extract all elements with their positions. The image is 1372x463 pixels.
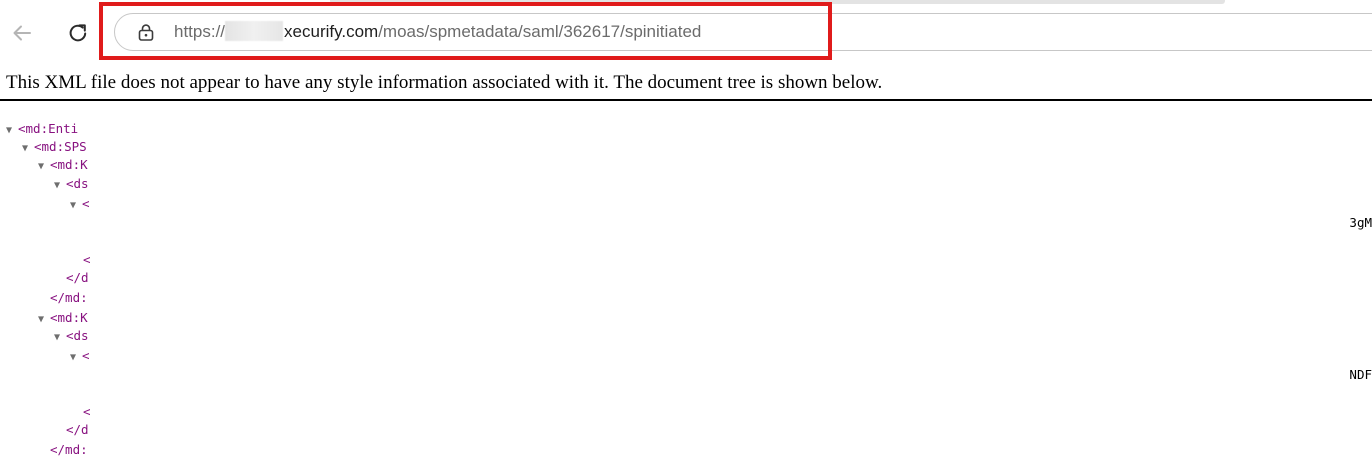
xml-tag-text: < bbox=[83, 404, 91, 419]
xml-tree-line: </d bbox=[66, 421, 93, 439]
xml-tree-line: ▼ < bbox=[70, 195, 93, 213]
xml-tag-text: </md: bbox=[50, 442, 88, 457]
xml-tag-text: <ds bbox=[66, 328, 89, 343]
xml-tree-line: < bbox=[83, 251, 93, 269]
xml-tree-line: </md: bbox=[50, 289, 93, 307]
xml-tag-text: <md:K bbox=[50, 157, 88, 172]
xml-tree-line: </md: bbox=[50, 441, 93, 459]
xml-tag-text: < bbox=[83, 252, 91, 267]
xml-tag-text: <md:SPS bbox=[34, 139, 87, 154]
collapse-toggle-icon[interactable]: ▼ bbox=[6, 122, 18, 138]
xml-tag-text: < bbox=[82, 196, 90, 211]
xml-tag-text: < bbox=[82, 348, 90, 363]
collapse-toggle-icon[interactable]: ▼ bbox=[38, 311, 50, 327]
xml-tag-text: </d bbox=[66, 422, 89, 437]
xml-tag-text: <ds bbox=[66, 176, 89, 191]
xml-clipped-text: 3gM bbox=[1349, 215, 1372, 230]
collapse-toggle-icon[interactable]: ▼ bbox=[22, 140, 34, 156]
xml-tree-line: < bbox=[83, 403, 93, 421]
xml-tree-line: ▼ < bbox=[70, 347, 93, 365]
collapse-toggle-icon[interactable]: ▼ bbox=[38, 158, 50, 174]
xml-tree-line: </d bbox=[66, 269, 93, 287]
xml-tag-text: <md:Enti bbox=[18, 121, 79, 136]
collapse-toggle-icon[interactable]: ▼ bbox=[54, 329, 66, 345]
xml-tree-line: ▼ <md:K bbox=[38, 309, 93, 327]
xml-clipped-text: NDF bbox=[1349, 367, 1372, 382]
xml-tag-text: </md: bbox=[50, 290, 88, 305]
xml-document-tree: ▼ <md:Enti ▼ <md:SPS ▼ <md:K ▼ <ds ▼ < < </d </md: ▼ <… bbox=[0, 0, 1372, 463]
xml-tree-line: ▼ <md:SPS bbox=[22, 138, 93, 156]
xml-tree-line: ▼ <ds bbox=[54, 175, 93, 193]
xml-tree-line: ▼ <ds bbox=[54, 327, 93, 345]
collapse-toggle-icon[interactable]: ▼ bbox=[54, 177, 66, 193]
xml-tag-text: <md:K bbox=[50, 310, 88, 325]
collapse-toggle-icon[interactable]: ▼ bbox=[70, 197, 82, 213]
collapse-toggle-icon[interactable]: ▼ bbox=[70, 349, 82, 365]
xml-tag-text: </d bbox=[66, 270, 89, 285]
xml-tree-line: ▼ <md:K bbox=[38, 156, 93, 174]
xml-tree-line: ▼ <md:Enti bbox=[6, 120, 93, 138]
